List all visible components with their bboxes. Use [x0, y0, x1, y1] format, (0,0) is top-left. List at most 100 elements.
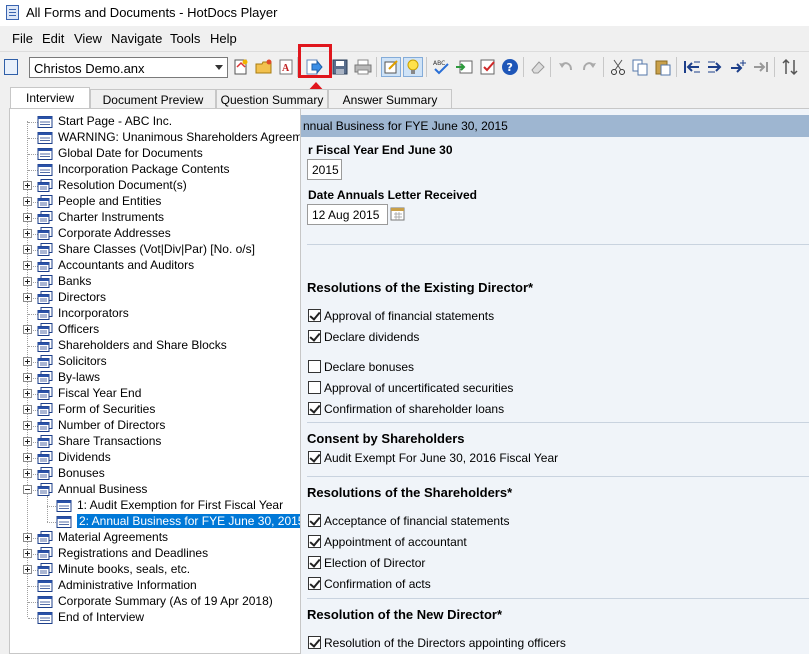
tree-item[interactable]: Annual Business — [10, 482, 300, 498]
expand-plus-icon[interactable] — [23, 469, 32, 478]
edit-mode-icon[interactable] — [381, 57, 401, 77]
checkbox-unchecked[interactable] — [308, 360, 321, 373]
tree-item[interactable]: Bonuses — [10, 466, 300, 482]
tree-item[interactable]: Administrative Information — [10, 578, 300, 594]
tree-item[interactable]: Banks — [10, 274, 300, 290]
annuals-date-input[interactable]: 12 Aug 2015 — [307, 204, 388, 225]
tree-item[interactable]: Dividends — [10, 450, 300, 466]
tree-item[interactable]: Number of Directors — [10, 418, 300, 434]
tree-item[interactable]: Minute books, seals, etc. — [10, 562, 300, 578]
expand-plus-icon[interactable] — [23, 373, 32, 382]
edit-answer-file-icon[interactable]: A — [277, 58, 295, 76]
print-icon[interactable] — [354, 58, 372, 76]
expand-plus-icon[interactable] — [23, 421, 32, 430]
menu-edit[interactable]: Edit — [42, 31, 64, 46]
expand-plus-icon[interactable] — [23, 533, 32, 542]
first-dialog-icon[interactable] — [683, 58, 701, 76]
tab-answer-summary[interactable]: Answer Summary — [328, 89, 452, 109]
next-dialog-icon[interactable] — [706, 58, 724, 76]
spell-check-icon[interactable]: ABC — [432, 58, 450, 76]
expand-plus-icon[interactable] — [23, 405, 32, 414]
tree-item[interactable]: End of Interview — [10, 610, 300, 626]
save-icon[interactable] — [331, 58, 349, 76]
checkbox-option[interactable]: Confirmation of acts — [308, 576, 788, 592]
checkbox-option[interactable]: Appointment of accountant — [308, 534, 788, 550]
checkbox-option[interactable]: Audit Exempt For June 30, 2016 Fiscal Ye… — [308, 450, 788, 466]
tree-item[interactable]: Global Date for Documents — [10, 146, 300, 162]
menu-help[interactable]: Help — [210, 31, 237, 46]
tree-item[interactable]: Fiscal Year End — [10, 386, 300, 402]
menu-view[interactable]: View — [74, 31, 102, 46]
expand-plus-icon[interactable] — [23, 293, 32, 302]
checkbox-option[interactable]: Approval of financial statements — [308, 308, 788, 324]
new-answer-file-icon[interactable] — [232, 58, 250, 76]
menu-file[interactable]: File — [12, 31, 33, 46]
tree-item[interactable]: Accountants and Auditors — [10, 258, 300, 274]
menu-tools[interactable]: Tools — [170, 31, 200, 46]
tree-item[interactable]: Shareholders and Share Blocks — [10, 338, 300, 354]
checkbox-option[interactable]: Approval of uncertificated securities — [308, 380, 788, 396]
tab-interview[interactable]: Interview — [10, 87, 90, 109]
expand-plus-icon[interactable] — [23, 261, 32, 270]
tree-item[interactable]: Incorporation Package Contents — [10, 162, 300, 178]
tree-item[interactable]: Officers — [10, 322, 300, 338]
expand-plus-icon[interactable] — [23, 453, 32, 462]
expand-plus-icon[interactable] — [23, 357, 32, 366]
tree-item[interactable]: By-laws — [10, 370, 300, 386]
open-answer-file-icon[interactable] — [255, 58, 273, 76]
checkbox-option[interactable]: Declare dividends — [308, 329, 788, 345]
tree-item[interactable]: Charter Instruments — [10, 210, 300, 226]
lightbulb-icon[interactable] — [403, 57, 423, 77]
tree-item[interactable]: Share Transactions — [10, 434, 300, 450]
checkbox-checked[interactable] — [308, 402, 321, 415]
expand-plus-icon[interactable] — [23, 549, 32, 558]
expand-plus-icon[interactable] — [23, 437, 32, 446]
expand-plus-icon[interactable] — [23, 325, 32, 334]
checkbox-option[interactable]: Election of Director — [308, 555, 788, 571]
expand-plus-icon[interactable] — [23, 213, 32, 222]
tree-child-item[interactable]: 1: Audit Exemption for First Fiscal Year — [10, 498, 300, 514]
tree-item[interactable]: Start Page - ABC Inc. — [10, 114, 300, 130]
expand-plus-icon[interactable] — [23, 565, 32, 574]
tree-child-item[interactable]: 2: Annual Business for FYE June 30, 2015 — [10, 514, 300, 530]
tree-item[interactable]: Incorporators — [10, 306, 300, 322]
cut-icon[interactable] — [609, 58, 627, 76]
checkbox-option[interactable]: Acceptance of financial statements — [308, 513, 788, 529]
tree-item[interactable]: WARNING: Unanimous Shareholders Agreem — [10, 130, 300, 146]
tree-item[interactable]: Corporate Summary (As of 19 Apr 2018) — [10, 594, 300, 610]
checklist-icon[interactable] — [479, 58, 497, 76]
help-icon[interactable]: ? — [501, 58, 519, 76]
collapse-minus-icon[interactable] — [23, 485, 32, 494]
checkbox-checked[interactable] — [308, 636, 321, 649]
answer-file-select[interactable]: Christos Demo.anx — [29, 57, 228, 78]
paste-icon[interactable] — [654, 58, 672, 76]
tree-item[interactable]: Corporate Addresses — [10, 226, 300, 242]
checkbox-checked[interactable] — [308, 451, 321, 464]
tab-document-preview[interactable]: Document Preview — [90, 89, 216, 109]
redo-icon[interactable] — [580, 58, 598, 76]
checkbox-checked[interactable] — [308, 514, 321, 527]
checkbox-checked[interactable] — [308, 330, 321, 343]
tree-item[interactable]: Solicitors — [10, 354, 300, 370]
expand-plus-icon[interactable] — [23, 389, 32, 398]
fye-input[interactable]: 2015 — [307, 159, 342, 180]
expand-plus-icon[interactable] — [23, 197, 32, 206]
checkbox-checked[interactable] — [308, 309, 321, 322]
tree-item[interactable]: Registrations and Deadlines — [10, 546, 300, 562]
tree-item[interactable]: Material Agreements — [10, 530, 300, 546]
undo-icon[interactable] — [557, 58, 575, 76]
expand-plus-icon[interactable] — [23, 229, 32, 238]
tree-item[interactable]: Form of Securities — [10, 402, 300, 418]
chevron-down-icon[interactable] — [215, 65, 223, 70]
tree-item[interactable]: Share Classes (Vot|Div|Par) [No. o/s] — [10, 242, 300, 258]
copy-icon[interactable] — [631, 58, 649, 76]
tree-item[interactable]: Resolution Document(s) — [10, 178, 300, 194]
expand-plus-icon[interactable] — [23, 277, 32, 286]
checkbox-option[interactable]: Confirmation of shareholder loans — [308, 401, 788, 417]
next-unanswered-icon[interactable] — [729, 58, 747, 76]
eraser-icon[interactable] — [529, 58, 547, 76]
checkbox-checked[interactable] — [308, 556, 321, 569]
expand-plus-icon[interactable] — [23, 181, 32, 190]
checkbox-unchecked[interactable] — [308, 381, 321, 394]
expand-plus-icon[interactable] — [23, 245, 32, 254]
